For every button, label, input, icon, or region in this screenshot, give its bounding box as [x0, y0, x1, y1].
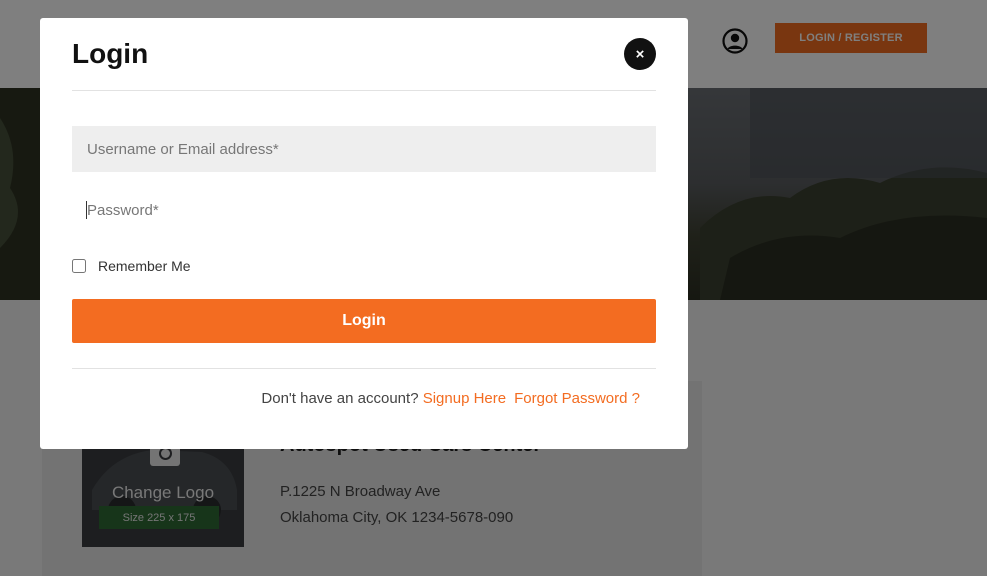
username-input[interactable] [72, 126, 656, 172]
close-button[interactable]: × [624, 38, 656, 70]
signup-link[interactable]: Signup Here [423, 390, 506, 407]
no-account-text: Don't have an account? [261, 390, 419, 407]
divider [72, 368, 656, 369]
remember-me-checkbox[interactable] [72, 259, 86, 273]
divider [72, 90, 656, 91]
remember-me-label[interactable]: Remember Me [98, 258, 191, 274]
modal-footer: Don't have an account? Signup Here Forgot… [261, 390, 640, 407]
password-input[interactable] [72, 187, 656, 233]
text-cursor [86, 201, 87, 219]
close-icon: × [635, 45, 645, 63]
forgot-password-link[interactable]: Forgot Password ? [514, 390, 640, 407]
login-modal: Login × Remember Me Login Don't have an … [40, 18, 688, 449]
modal-title: Login [72, 38, 149, 69]
login-button[interactable]: Login [72, 299, 656, 343]
